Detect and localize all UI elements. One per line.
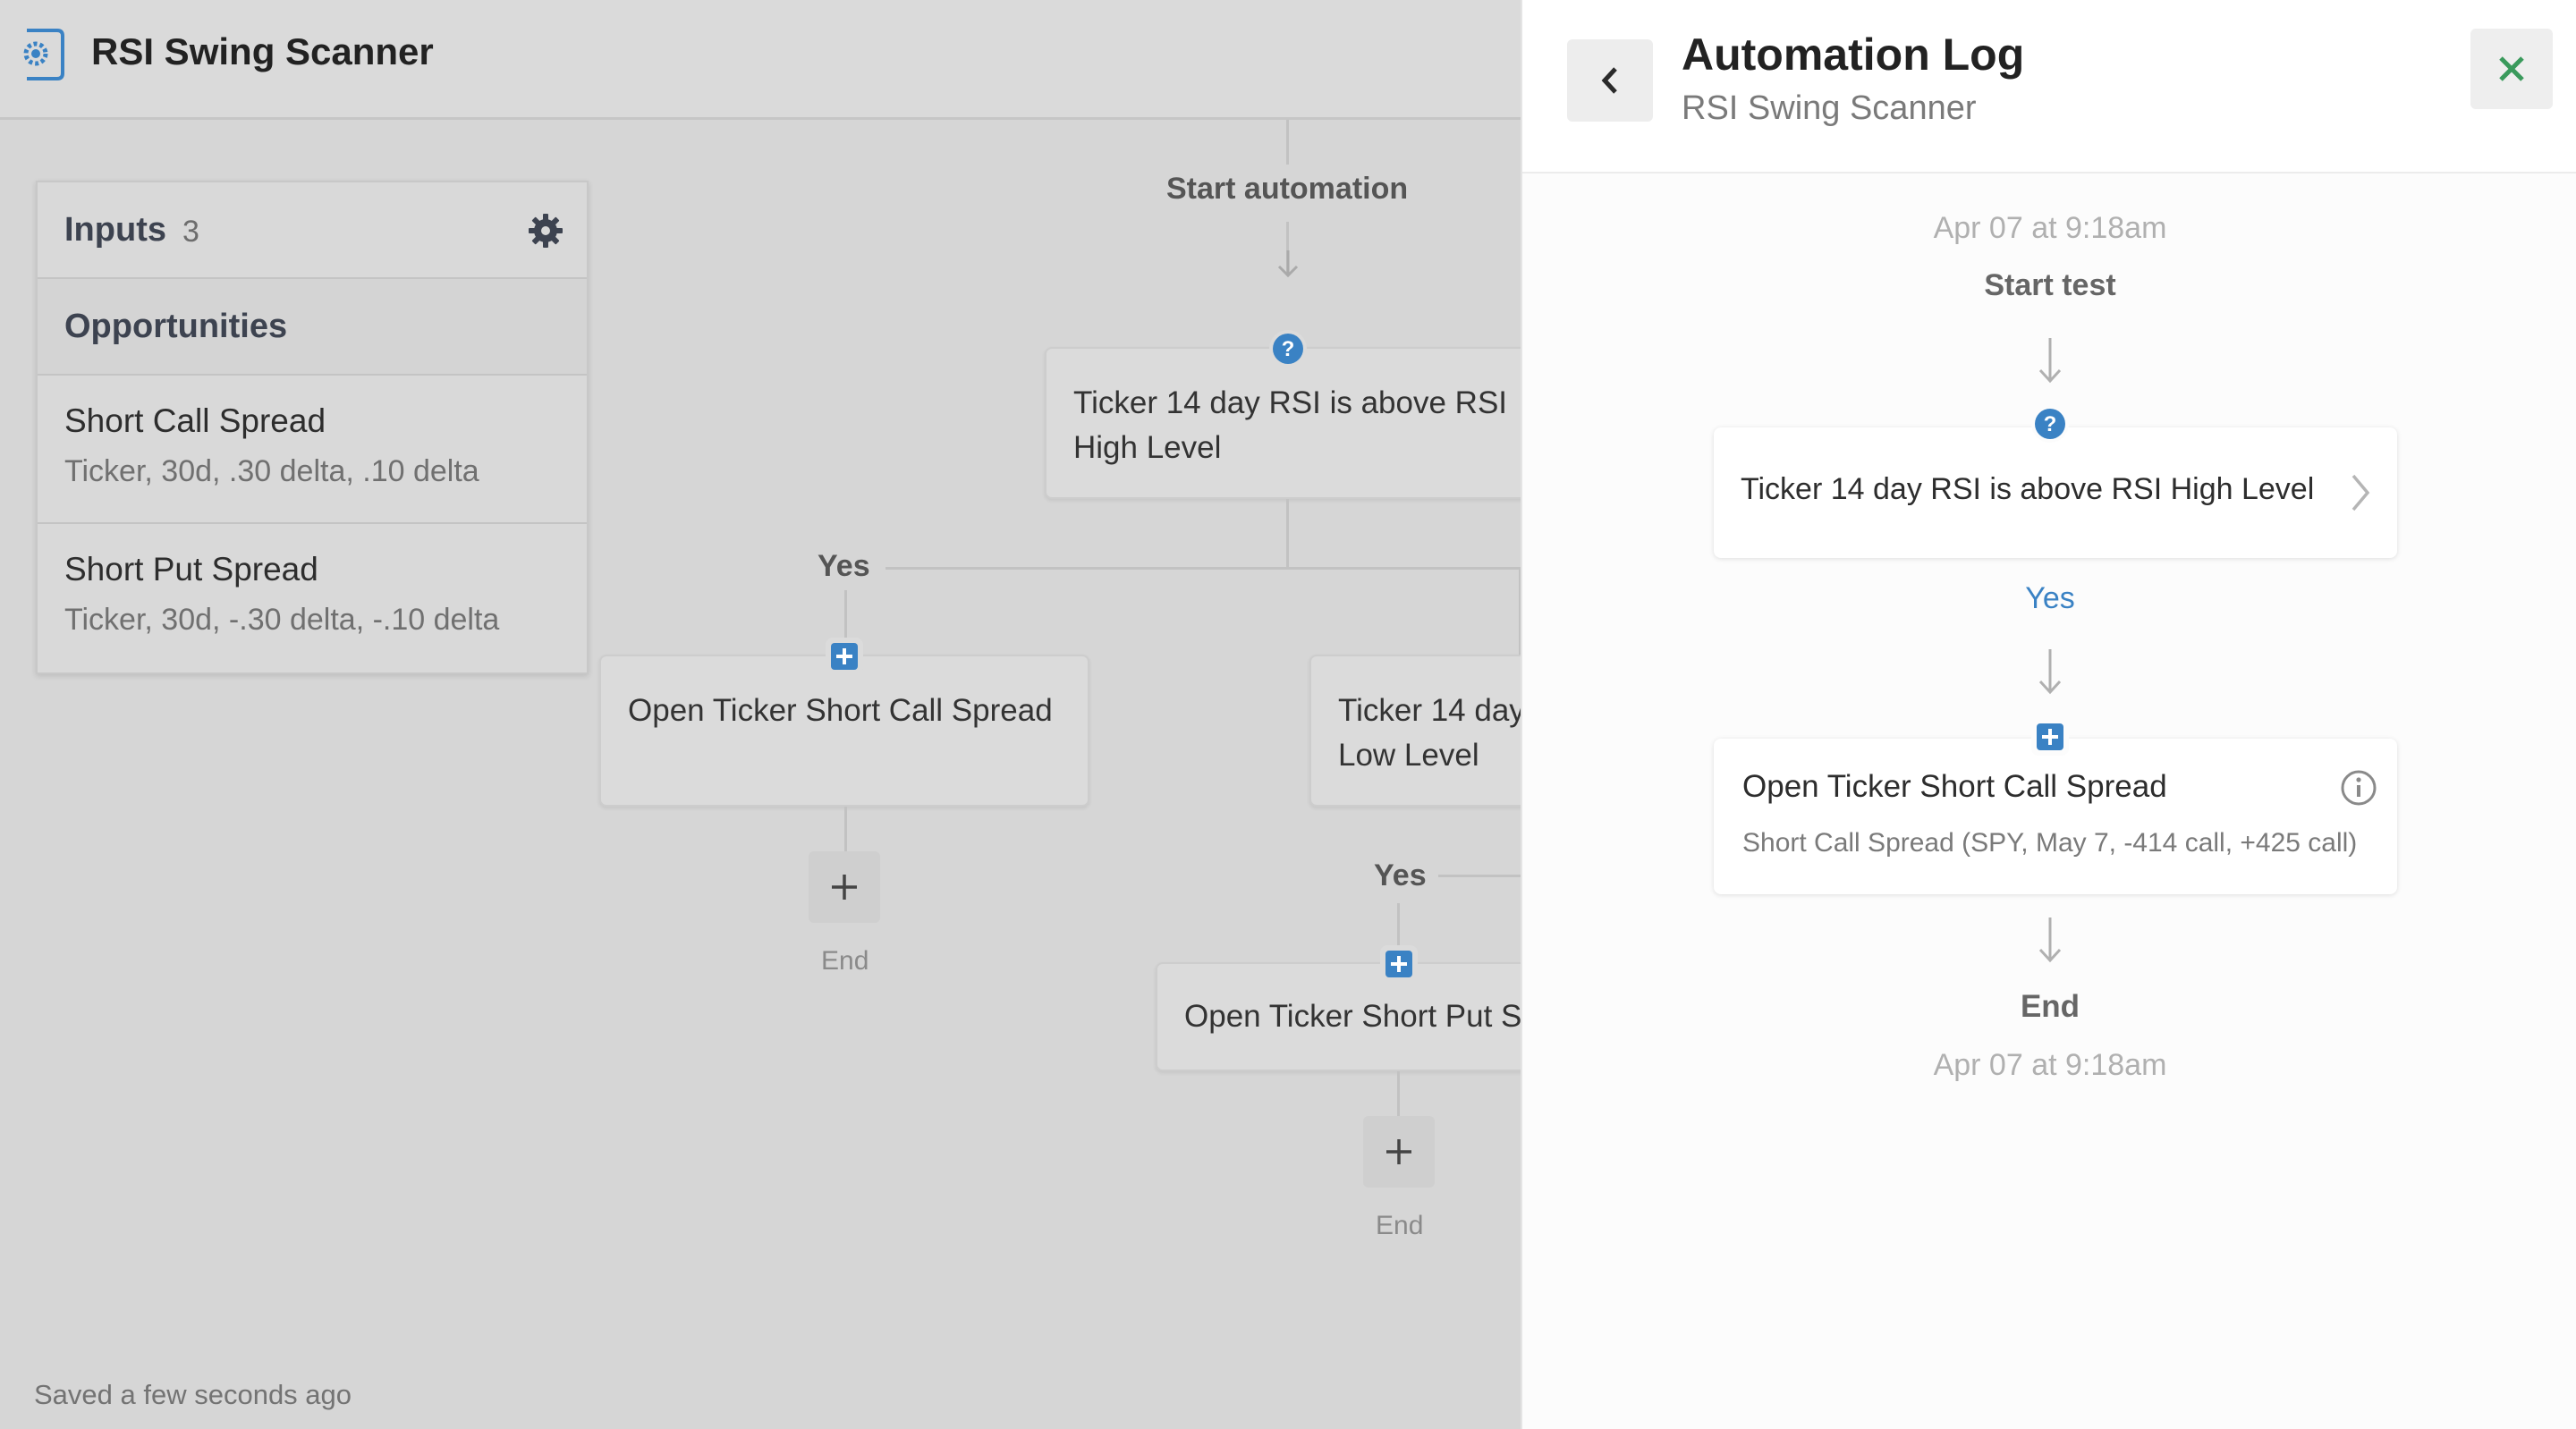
- arrow-down-icon: [2038, 649, 2062, 695]
- arrow-down-icon: [1277, 250, 1299, 278]
- input-description: Ticker, 30d, -.30 delta, -.10 delta: [64, 603, 500, 637]
- gear-icon[interactable]: [526, 211, 565, 250]
- log-action-title: Open Ticker Short Call Spread: [1742, 769, 2167, 804]
- inputs-count: 3: [182, 215, 199, 249]
- inputs-header: Inputs 3: [38, 182, 587, 279]
- question-circle-icon: ?: [2031, 405, 2069, 443]
- question-circle-icon: ?: [1269, 330, 1307, 368]
- condition-text: Ticker 14 day RSI is above RSI High Leve…: [1073, 385, 1508, 465]
- add-step-button[interactable]: [809, 851, 880, 923]
- input-item[interactable]: Short Put Spread Ticker, 30d, -.30 delta…: [38, 524, 587, 672]
- app-title: RSI Swing Scanner: [91, 30, 434, 72]
- plus-square-icon: [2031, 718, 2069, 756]
- plus-icon: [1386, 1139, 1411, 1164]
- input-name: Short Put Spread: [64, 551, 318, 588]
- connector: [844, 590, 847, 642]
- connector: [1286, 499, 1289, 569]
- input-name: Short Call Spread: [64, 402, 326, 439]
- automation-log-drawer: Automation Log RSI Swing Scanner Apr 07 …: [1521, 0, 2576, 1429]
- connector: [1397, 1071, 1400, 1118]
- drawer-subtitle: RSI Swing Scanner: [1682, 89, 1977, 127]
- plus-icon: [832, 875, 857, 900]
- inputs-panel: Inputs 3 Opportunities Short Call Spread…: [36, 181, 589, 674]
- input-item[interactable]: Short Call Spread Ticker, 30d, .30 delta…: [38, 376, 587, 524]
- arrow-down-icon: [2038, 917, 2062, 963]
- svg-text:?: ?: [2044, 412, 2057, 436]
- connector: [1438, 875, 1521, 877]
- chevron-left-icon: [1601, 67, 1617, 94]
- log-action-card[interactable]: Open Ticker Short Call Spread Short Call…: [1714, 739, 2397, 894]
- inputs-title: Inputs: [64, 211, 166, 249]
- log-condition-card[interactable]: Ticker 14 day RSI is above RSI High Leve…: [1714, 427, 2397, 558]
- condition-node[interactable]: Ticker 14 day RSI is below RSI Low Level: [1309, 655, 1521, 807]
- action-node[interactable]: Open Ticker Short Call Spread: [599, 655, 1089, 807]
- editor-header: RSI Swing Scanner: [0, 0, 1521, 120]
- log-start-time: Apr 07 at 9:18am: [1933, 211, 2167, 245]
- log-condition-text: Ticker 14 day RSI is above RSI High Leve…: [1741, 472, 2315, 506]
- condition-text: Ticker 14 day RSI is below RSI Low Level: [1338, 693, 1521, 773]
- info-circle-icon[interactable]: [2340, 769, 2377, 807]
- yes-branch-label: Yes: [818, 549, 870, 583]
- log-action-detail: Short Call Spread (SPY, May 7, -414 call…: [1742, 828, 2358, 858]
- save-status: Saved a few seconds ago: [34, 1379, 352, 1410]
- yes-branch-label: Yes: [1374, 858, 1427, 892]
- action-text: Open Ticker Short Call Spread: [628, 693, 1053, 728]
- connector: [886, 567, 1521, 570]
- action-text: Open Ticker Short Put Spread: [1184, 999, 1521, 1034]
- condition-node[interactable]: Ticker 14 day RSI is above RSI High Leve…: [1045, 347, 1521, 499]
- log-end-label: End: [2020, 989, 2080, 1024]
- end-label: End: [1376, 1211, 1424, 1240]
- drawer-header: Automation Log RSI Swing Scanner: [1522, 0, 2576, 173]
- input-description: Ticker, 30d, .30 delta, .10 delta: [64, 454, 479, 488]
- connector: [1397, 903, 1400, 946]
- svg-text:?: ?: [1282, 337, 1295, 361]
- close-button[interactable]: [2470, 29, 2553, 109]
- connector: [1286, 120, 1289, 165]
- close-icon: [2499, 56, 2524, 81]
- start-automation-label: Start automation: [1166, 172, 1409, 206]
- connector: [844, 807, 847, 851]
- opportunities-header: Opportunities: [38, 279, 587, 376]
- log-start-label: Start test: [1984, 268, 2116, 302]
- automation-editor: RSI Swing Scanner Inputs 3 Opportunities…: [0, 0, 1521, 1429]
- plus-square-icon: [1380, 945, 1418, 983]
- log-branch-label: Yes: [2025, 581, 2075, 615]
- log-end-time: Apr 07 at 9:18am: [1933, 1048, 2167, 1082]
- end-label: End: [821, 946, 869, 976]
- opportunities-title: Opportunities: [64, 308, 288, 345]
- action-node[interactable]: Open Ticker Short Put Spread: [1156, 962, 1521, 1071]
- arrow-down-icon: [2038, 338, 2062, 384]
- back-button[interactable]: [1567, 39, 1653, 122]
- drawer-title: Automation Log: [1682, 30, 2025, 80]
- add-step-button[interactable]: [1363, 1116, 1435, 1188]
- gear-document-icon: [23, 29, 64, 80]
- chevron-right-icon[interactable]: [2349, 472, 2372, 513]
- plus-square-icon: [826, 638, 863, 675]
